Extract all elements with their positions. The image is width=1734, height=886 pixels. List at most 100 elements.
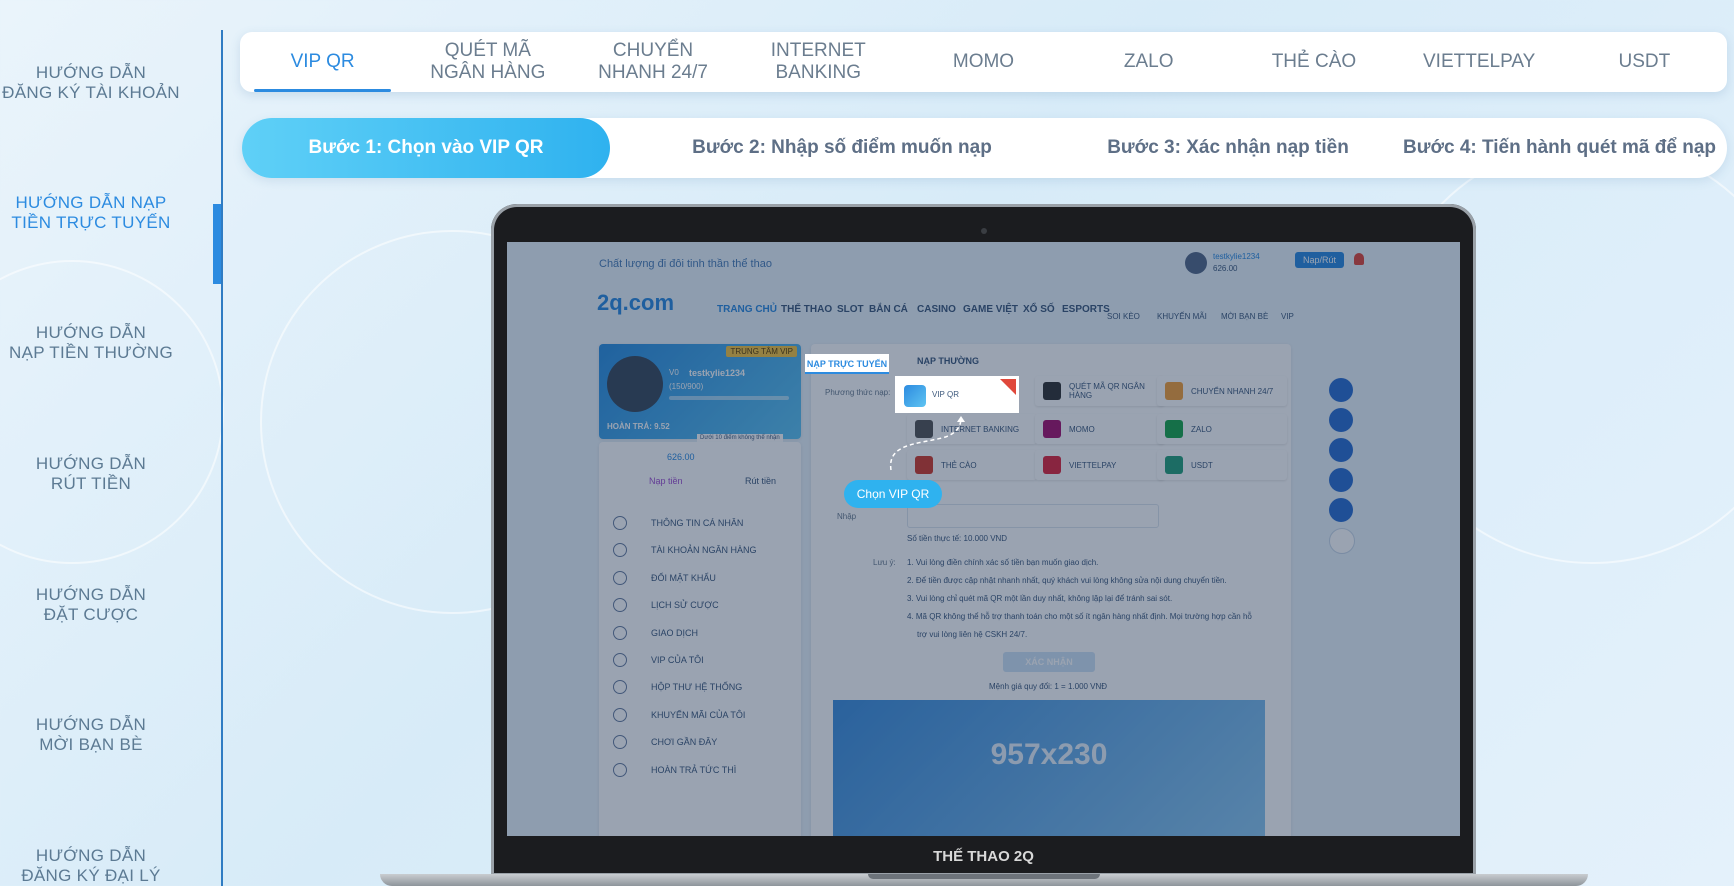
vip-qr-icon bbox=[904, 385, 926, 407]
sidebar-item-invite-friends[interactable]: HƯỚNG DẪN MỜI BẠN BÈ bbox=[0, 715, 182, 755]
tab-fast-transfer[interactable]: CHUYỂN NHANH 24/7 bbox=[570, 32, 735, 92]
fast-transfer-icon bbox=[1165, 382, 1183, 400]
header-balance: 626.00 bbox=[1213, 264, 1238, 273]
method-label: Phương thức nạp: bbox=[825, 388, 891, 397]
player-avatar bbox=[607, 356, 663, 412]
sidebar-item-register[interactable]: HƯỚNG DẪN ĐĂNG KÝ TÀI KHOẢN bbox=[0, 63, 182, 103]
callout-select-vip-qr: Chọn VIP QR bbox=[844, 480, 942, 508]
telegram-icon[interactable] bbox=[1329, 408, 1353, 432]
tether-icon bbox=[1165, 456, 1183, 474]
bank-icon bbox=[613, 543, 627, 557]
nav-casino[interactable]: CASINO bbox=[917, 304, 956, 315]
site-logo[interactable]: 2q.com bbox=[597, 290, 674, 316]
deposit-panel: NẠP THƯỜNG Phương thức nạp: QUÉT MÃ QR N… bbox=[811, 344, 1291, 836]
nav-esports[interactable]: ESPORTS bbox=[1062, 304, 1110, 315]
contact-card-icon[interactable] bbox=[1329, 498, 1353, 522]
nav-promotions[interactable]: KHUYẾN MÃI bbox=[1157, 312, 1207, 321]
menu-profile[interactable]: THÔNG TIN CÁ NHÂN bbox=[613, 516, 743, 530]
pointer-arrow bbox=[890, 416, 965, 471]
hot-badge bbox=[1000, 379, 1016, 395]
gamepad-icon bbox=[613, 735, 627, 749]
method-momo[interactable]: MOMO bbox=[1035, 414, 1165, 444]
confirm-button[interactable]: XÁC NHẬN bbox=[1003, 652, 1095, 672]
momo-icon bbox=[1043, 420, 1061, 438]
tab-viettelpay[interactable]: VIETTELPAY bbox=[1397, 32, 1562, 92]
amount-label: Nhập bbox=[837, 512, 857, 521]
note-5: trợ vui lòng liên hệ CSKH 24/7. bbox=[917, 630, 1028, 639]
account-menu: 626.00 Nạp tiền Rút tiền THÔNG TIN CÁ NH… bbox=[599, 442, 801, 836]
tab-momo[interactable]: MOMO bbox=[901, 32, 1066, 92]
tab-online-deposit[interactable]: NẠP TRỰC TUYẾN bbox=[805, 354, 889, 374]
step-3[interactable]: Bước 3: Xác nhận nạp tiền bbox=[1042, 118, 1414, 178]
email-icon[interactable] bbox=[1329, 468, 1353, 492]
deposit-withdraw-button[interactable]: Nạp/Rút bbox=[1295, 252, 1345, 268]
method-usdt[interactable]: USDT bbox=[1157, 450, 1287, 480]
method-fast-transfer[interactable]: CHUYỂN NHANH 24/7 bbox=[1157, 376, 1287, 406]
step-1[interactable]: Bước 1: Chọn vào VIP QR bbox=[242, 118, 610, 178]
sidebar-item-agent-register[interactable]: HƯỚNG DẪN ĐĂNG KÝ ĐẠI LÝ bbox=[0, 846, 182, 886]
support-icon[interactable] bbox=[1329, 378, 1353, 402]
nav-vip[interactable]: VIP bbox=[1281, 312, 1294, 321]
site-tagline: Chất lượng đi đôi tinh thần thể thao bbox=[599, 258, 772, 270]
nav-slot[interactable]: SLOT bbox=[837, 304, 864, 315]
tab-vip-qr[interactable]: VIP QR bbox=[240, 32, 405, 92]
collapse-icon[interactable] bbox=[1329, 528, 1355, 554]
amount-input[interactable] bbox=[907, 504, 1159, 528]
laptop-brand: THẾ THAO 2Q bbox=[933, 848, 1034, 865]
sidebar-item-betting[interactable]: HƯỚNG DẪN ĐẶT CƯỢC bbox=[0, 585, 182, 625]
menu-transactions[interactable]: GIAO DỊCH bbox=[613, 626, 698, 640]
rebate-note: Dưới 10 điểm không thể nhận bbox=[697, 434, 783, 442]
menu-change-password[interactable]: ĐỔI MẬT KHẨU bbox=[613, 571, 716, 585]
nav-home[interactable]: TRANG CHỦ bbox=[717, 304, 777, 315]
nav-invite[interactable]: MỜI BẠN BÈ bbox=[1221, 312, 1268, 321]
nav-sports[interactable]: THỂ THAO bbox=[781, 304, 832, 315]
withdraw-link[interactable]: Rút tiền bbox=[745, 476, 776, 486]
tab-scratch-card[interactable]: THẺ CÀO bbox=[1231, 32, 1396, 92]
promo-banner[interactable]: 957x230 bbox=[833, 700, 1265, 836]
lock-icon bbox=[613, 571, 627, 585]
tab-normal-deposit[interactable]: NẠP THƯỜNG bbox=[917, 356, 979, 366]
menu-recent-games[interactable]: CHƠI GẦN ĐÂY bbox=[613, 735, 717, 749]
exchange-rate: Mệnh giá quy đổi: 1 = 1.000 VNĐ bbox=[989, 682, 1108, 691]
profile-username: testkylie1234 bbox=[689, 368, 746, 378]
step-4[interactable]: Bước 4: Tiến hành quét mã để nạp bbox=[1392, 118, 1727, 178]
tab-bank-qr[interactable]: QUÉT MÃ NGÂN HÀNG bbox=[405, 32, 570, 92]
wallet-balance: 626.00 bbox=[667, 452, 695, 462]
header-username: testkylie1234 bbox=[1213, 252, 1260, 261]
menu-my-vip[interactable]: VIP CỦA TÔI bbox=[613, 653, 704, 667]
sidebar-item-normal-deposit[interactable]: HƯỚNG DẪN NẠP TIỀN THƯỜNG bbox=[0, 323, 182, 363]
note-2: 2. Để tiền được cập nhật nhanh nhất, quý… bbox=[907, 576, 1227, 585]
diamond-icon bbox=[613, 653, 627, 667]
step-2[interactable]: Bước 2: Nhập số điểm muốn nạp bbox=[642, 118, 1042, 178]
nav-game-viet[interactable]: GAME VIỆT bbox=[963, 304, 1018, 315]
method-bank-qr[interactable]: QUÉT MÃ QR NGÂN HÀNG bbox=[1035, 376, 1165, 406]
menu-inbox[interactable]: HỘP THƯ HỆ THỐNG bbox=[613, 680, 742, 694]
menu-bet-history[interactable]: LỊCH SỬ CƯỢC bbox=[613, 598, 719, 612]
tab-usdt[interactable]: USDT bbox=[1562, 32, 1727, 92]
tab-zalo[interactable]: ZALO bbox=[1066, 32, 1231, 92]
viettelpay-icon bbox=[1043, 456, 1061, 474]
method-vip-qr[interactable]: VIP QR bbox=[897, 378, 1017, 411]
payment-method-tabs: VIP QR QUÉT MÃ NGÂN HÀNG CHUYỂN NHANH 24/7… bbox=[240, 32, 1727, 92]
notes-label: Lưu ý: bbox=[873, 558, 896, 567]
menu-instant-rebate[interactable]: HOÀN TRẢ TỨC THÌ bbox=[613, 763, 736, 777]
camera-icon bbox=[981, 228, 987, 234]
deposit-link[interactable]: Nạp tiền bbox=[649, 476, 683, 486]
qr-scan-icon bbox=[1043, 382, 1061, 400]
laptop-base bbox=[380, 874, 1588, 886]
vip-center-badge[interactable]: TRUNG TÂM VIP bbox=[726, 346, 797, 357]
nav-lottery[interactable]: XỔ SỐ bbox=[1023, 304, 1055, 315]
method-zalo[interactable]: ZALO bbox=[1157, 414, 1287, 444]
menu-my-promotions[interactable]: KHUYẾN MÃI CỦA TÔI bbox=[613, 708, 745, 722]
facebook-icon[interactable] bbox=[1329, 438, 1353, 462]
method-viettelpay[interactable]: VIETTELPAY bbox=[1035, 450, 1165, 480]
laptop-mockup: Chất lượng đi đôi tinh thần thể thao tes… bbox=[491, 204, 1476, 876]
tab-internet-banking[interactable]: INTERNET BANKING bbox=[736, 32, 901, 92]
menu-bank-account[interactable]: TÀI KHOẢN NGÂN HÀNG bbox=[613, 543, 757, 557]
sidebar-item-withdraw[interactable]: HƯỚNG DẪN RÚT TIỀN bbox=[0, 454, 182, 494]
nav-tips[interactable]: SOI KÈO bbox=[1107, 312, 1140, 321]
nav-fishing[interactable]: BẮN CÁ bbox=[869, 304, 908, 315]
mail-icon bbox=[613, 680, 627, 694]
bell-icon[interactable] bbox=[1354, 253, 1364, 265]
sidebar-item-online-deposit[interactable]: HƯỚNG DẪN NẠP TIỀN TRỰC TUYẾN bbox=[0, 193, 182, 233]
